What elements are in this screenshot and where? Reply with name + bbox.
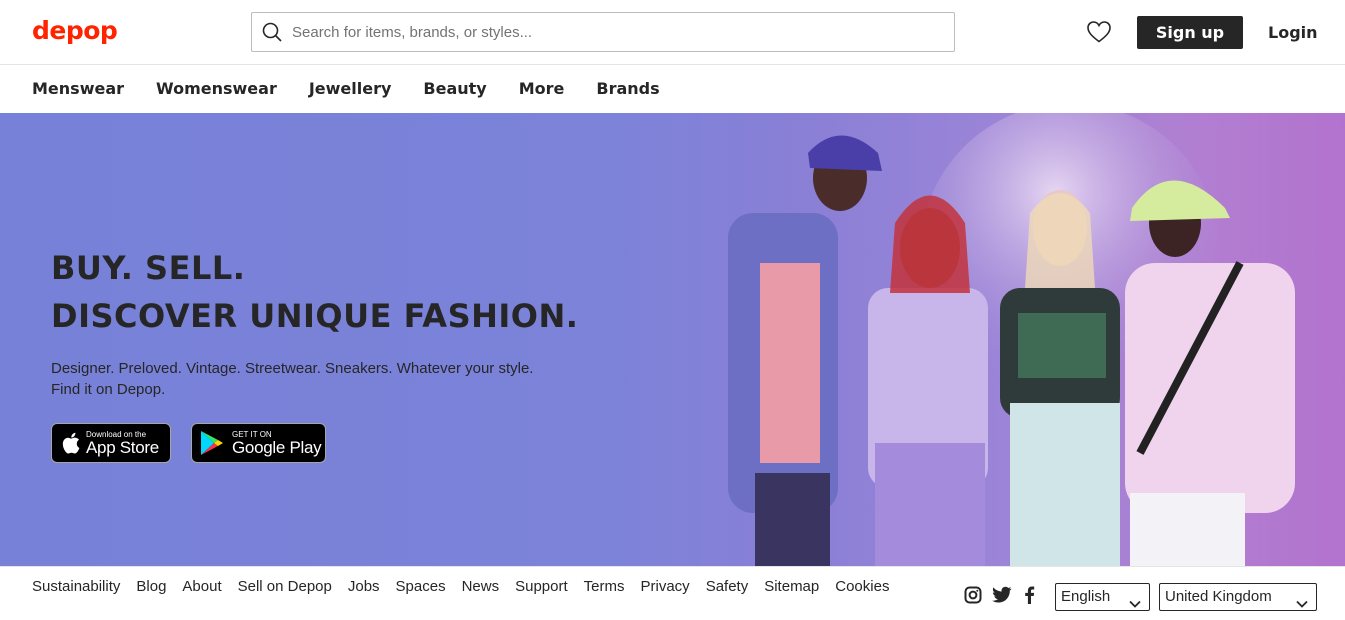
google-play-button[interactable]: GET IT ON Google Play xyxy=(191,423,326,463)
footer-link-about[interactable]: About xyxy=(182,576,221,597)
hero-banner: BUY. SELL. DISCOVER UNIQUE FASHION. Desi… xyxy=(0,113,1345,566)
nav-item-womenswear[interactable]: Womenswear xyxy=(156,65,277,113)
hero-headline-line1: BUY. SELL. xyxy=(51,249,246,287)
hero-models-image xyxy=(700,113,1345,566)
google-play-big-text: Google Play xyxy=(232,437,322,457)
nav-item-jewellery[interactable]: Jewellery xyxy=(309,65,392,113)
google-play-icon xyxy=(200,430,224,456)
footer-links: Sustainability Blog About Sell on Depop … xyxy=(32,576,912,597)
heart-icon[interactable] xyxy=(1086,20,1112,44)
search-input[interactable] xyxy=(292,23,912,41)
footer-link-sitemap[interactable]: Sitemap xyxy=(764,576,819,597)
country-select[interactable]: United Kingdom xyxy=(1159,583,1317,611)
facebook-icon[interactable] xyxy=(1023,586,1035,604)
category-nav: Menswear Womenswear Jewellery Beauty Mor… xyxy=(0,65,1345,113)
footer-link-terms[interactable]: Terms xyxy=(584,576,625,597)
app-store-button[interactable]: Download on the App Store xyxy=(51,423,171,463)
footer-link-jobs[interactable]: Jobs xyxy=(348,576,380,597)
apple-icon xyxy=(62,432,80,454)
site-footer: Sustainability Blog About Sell on Depop … xyxy=(0,566,1345,620)
app-store-big-text: App Store xyxy=(86,437,159,457)
footer-link-cookies[interactable]: Cookies xyxy=(835,576,889,597)
language-select-value: English xyxy=(1061,588,1111,605)
chevron-down-icon xyxy=(1296,592,1308,608)
language-select[interactable]: English xyxy=(1055,583,1150,611)
nav-item-brands[interactable]: Brands xyxy=(596,65,659,113)
site-header: depop Sign up Login xyxy=(0,0,1345,65)
hero-headline: BUY. SELL. DISCOVER UNIQUE FASHION. xyxy=(51,244,578,340)
sign-up-button[interactable]: Sign up xyxy=(1137,16,1243,49)
chevron-down-icon xyxy=(1129,592,1141,608)
depop-logo[interactable]: depop xyxy=(32,16,118,46)
footer-link-spaces[interactable]: Spaces xyxy=(396,576,446,597)
footer-link-sustainability[interactable]: Sustainability xyxy=(32,576,120,597)
hero-headline-line2: DISCOVER UNIQUE FASHION. xyxy=(51,297,579,335)
footer-link-support[interactable]: Support xyxy=(515,576,568,597)
footer-link-safety[interactable]: Safety xyxy=(706,576,749,597)
search-bar[interactable] xyxy=(251,12,955,52)
twitter-icon[interactable] xyxy=(992,586,1012,604)
hero-description: Designer. Preloved. Vintage. Streetwear.… xyxy=(51,360,534,398)
footer-link-news[interactable]: News xyxy=(462,576,500,597)
nav-item-beauty[interactable]: Beauty xyxy=(423,65,486,113)
country-select-value: United Kingdom xyxy=(1165,588,1272,605)
search-icon xyxy=(261,21,283,43)
footer-link-sell-on-depop[interactable]: Sell on Depop xyxy=(238,576,332,597)
footer-link-privacy[interactable]: Privacy xyxy=(641,576,690,597)
instagram-icon[interactable] xyxy=(964,586,982,604)
nav-item-menswear[interactable]: Menswear xyxy=(32,65,124,113)
footer-link-blog[interactable]: Blog xyxy=(136,576,166,597)
nav-item-more[interactable]: More xyxy=(519,65,565,113)
login-link[interactable]: Login xyxy=(1268,22,1318,44)
